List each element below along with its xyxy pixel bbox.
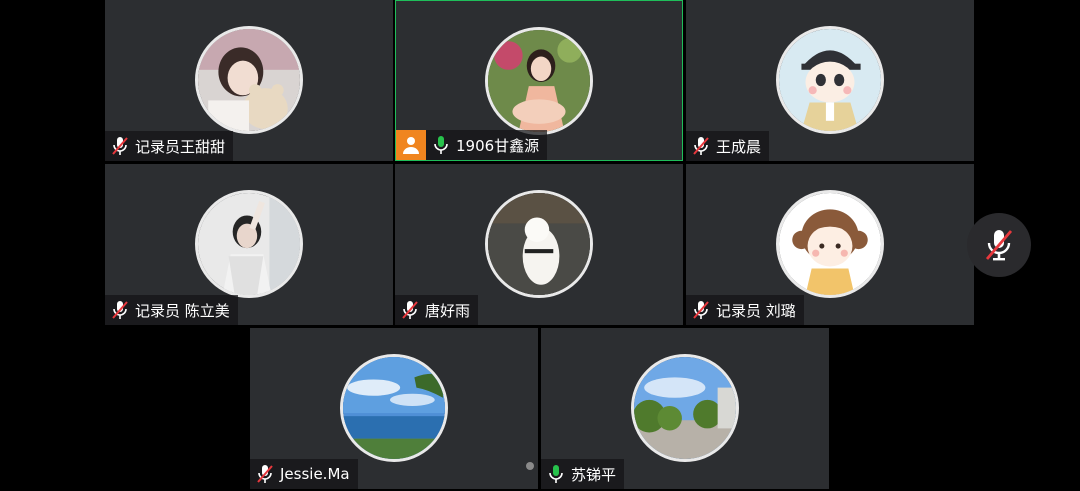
avatar xyxy=(485,27,593,135)
participant-nametag: 苏锑平 xyxy=(541,459,625,489)
participant-nametag: Jessie.Ma xyxy=(250,459,358,489)
video-grid: 记录员王甜甜 1906甘鑫源 王成晨 记录员 陈立美 唐好雨 记录员 刘璐 Je… xyxy=(0,0,1080,491)
mic-muted-icon xyxy=(111,136,129,156)
avatar xyxy=(776,26,884,134)
participant-name: 唐好雨 xyxy=(425,301,471,320)
avatar xyxy=(195,190,303,298)
participant-tile[interactable]: 王成晨 xyxy=(686,0,974,161)
mic-muted-icon xyxy=(692,300,710,320)
participant-nametag: 记录员王甜甜 xyxy=(105,131,234,161)
host-badge xyxy=(396,130,426,160)
participant-name: 王成晨 xyxy=(716,137,762,156)
person-icon xyxy=(403,137,419,154)
participant-nametag: 1906甘鑫源 xyxy=(426,130,548,160)
participant-name: 记录员 陈立美 xyxy=(135,301,230,320)
participant-nametag: 记录员 陈立美 xyxy=(105,295,238,325)
mic-active-icon xyxy=(547,464,565,484)
avatar xyxy=(340,354,448,462)
avatar xyxy=(485,190,593,298)
participant-nametag: 记录员 刘璐 xyxy=(686,295,804,325)
participant-nametag: 王成晨 xyxy=(686,131,770,161)
participant-nametag: 唐好雨 xyxy=(395,295,479,325)
mic-muted-icon xyxy=(111,300,129,320)
avatar xyxy=(776,190,884,298)
self-mic-toggle-button[interactable] xyxy=(967,213,1031,277)
avatar xyxy=(195,26,303,134)
participant-name: 苏锑平 xyxy=(571,465,617,484)
participant-tile[interactable]: 记录员 刘璐 xyxy=(686,164,974,325)
page-indicator-dot[interactable] xyxy=(526,462,534,470)
avatar xyxy=(631,354,739,462)
mic-muted-icon xyxy=(692,136,710,156)
participant-tile[interactable]: 苏锑平 xyxy=(541,328,829,489)
participant-tile[interactable]: 记录员王甜甜 xyxy=(105,0,393,161)
mic-active-icon xyxy=(432,135,450,155)
participant-name: 1906甘鑫源 xyxy=(456,136,540,155)
participant-tile[interactable]: 记录员 陈立美 xyxy=(105,164,393,325)
participant-tile-speaking[interactable]: 1906甘鑫源 xyxy=(395,0,683,161)
participant-name: 记录员王甜甜 xyxy=(135,137,226,156)
mic-muted-icon xyxy=(256,464,274,484)
mic-muted-icon xyxy=(401,300,419,320)
participant-name: 记录员 刘璐 xyxy=(716,301,796,320)
mic-muted-icon xyxy=(985,230,1013,261)
participant-tile[interactable]: 唐好雨 xyxy=(395,164,683,325)
participant-name: Jessie.Ma xyxy=(280,465,350,483)
participant-tile[interactable]: Jessie.Ma xyxy=(250,328,538,489)
